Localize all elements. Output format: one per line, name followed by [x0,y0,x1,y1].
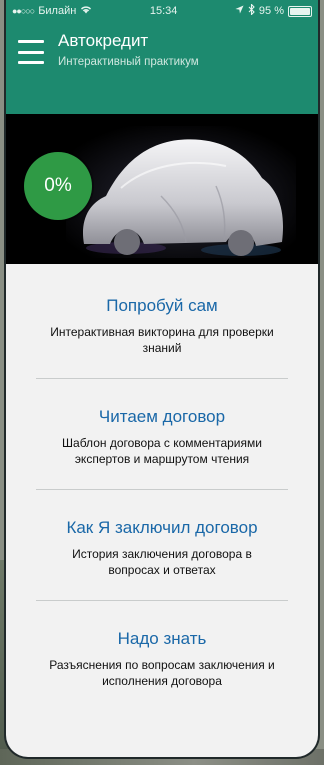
app-header: Автокредит Интерактивный практикум [6,22,318,114]
hamburger-icon-line [18,40,44,43]
item-title-try-yourself[interactable]: Попробуй сам [36,296,288,316]
status-left: ●●○○○ Билайн [12,5,92,17]
battery-percent: 95 % [258,5,284,17]
list-item[interactable]: Читаем договор Шаблон договора с коммент… [36,378,288,489]
page-subtitle: Интерактивный практикум [58,56,199,68]
status-bar: ●●○○○ Билайн 15:34 95 % [6,0,318,22]
item-title-read-contract[interactable]: Читаем договор [36,407,288,427]
item-title-need-to-know[interactable]: Надо знать [36,629,288,649]
list-item[interactable]: Надо знать Разъяснения по вопросам заклю… [36,600,288,711]
list-item[interactable]: Попробуй сам Интерактивная викторина для… [36,264,288,378]
item-description: Разъяснения по вопросам заключения и исп… [49,658,275,688]
hamburger-menu-button[interactable] [18,40,44,64]
item-title-how-i-signed[interactable]: Как Я заключил договор [36,518,288,538]
signal-icon: ●●○○○ [12,6,35,16]
covered-car-image [66,126,296,258]
item-description: Интерактивная викторина для проверки зна… [50,325,274,355]
hero-banner: 0% [6,114,318,264]
item-description: История заключения договора в вопросах и… [72,547,252,577]
list-item[interactable]: Как Я заключил договор История заключени… [36,489,288,600]
hamburger-icon-line [18,50,44,54]
progress-indicator: 0% [24,152,92,220]
item-description: Шаблон договора с комментариями эксперто… [62,436,262,466]
menu-list: Попробуй сам Интерактивная викторина для… [6,264,318,711]
page-title: Автокредит [58,31,149,50]
location-arrow-icon [235,5,244,17]
battery-icon [287,5,312,17]
status-right: 95 % [235,3,312,18]
phone-screen: ●●○○○ Билайн 15:34 95 % Автокредит Интер… [6,0,318,757]
hamburger-icon-line [18,61,44,64]
clock: 15:34 [149,5,178,17]
header-text: Автокредит Интерактивный практикум [58,28,199,68]
carrier-label: Билайн [38,5,77,17]
bluetooth-icon [248,3,255,18]
wifi-icon [80,5,92,17]
